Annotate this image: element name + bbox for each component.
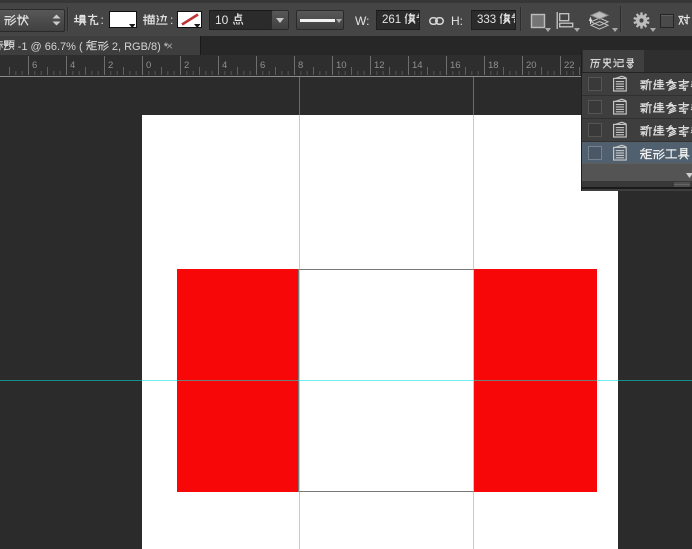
svg-text:16: 16 — [450, 60, 461, 71]
svg-text:18: 18 — [488, 60, 499, 71]
svg-text:12: 12 — [374, 60, 385, 71]
svg-text:22: 22 — [564, 60, 575, 71]
svg-text:14: 14 — [412, 60, 423, 71]
svg-text:2: 2 — [108, 60, 113, 71]
svg-text:4: 4 — [70, 60, 75, 71]
svg-text:8: 8 — [298, 60, 303, 71]
svg-text:6: 6 — [32, 60, 37, 71]
svg-text:6: 6 — [260, 60, 265, 71]
svg-text:10: 10 — [336, 60, 347, 71]
svg-text:0: 0 — [146, 60, 151, 71]
svg-text:2: 2 — [184, 60, 189, 71]
svg-text:20: 20 — [526, 60, 537, 71]
svg-text:4: 4 — [222, 60, 227, 71]
